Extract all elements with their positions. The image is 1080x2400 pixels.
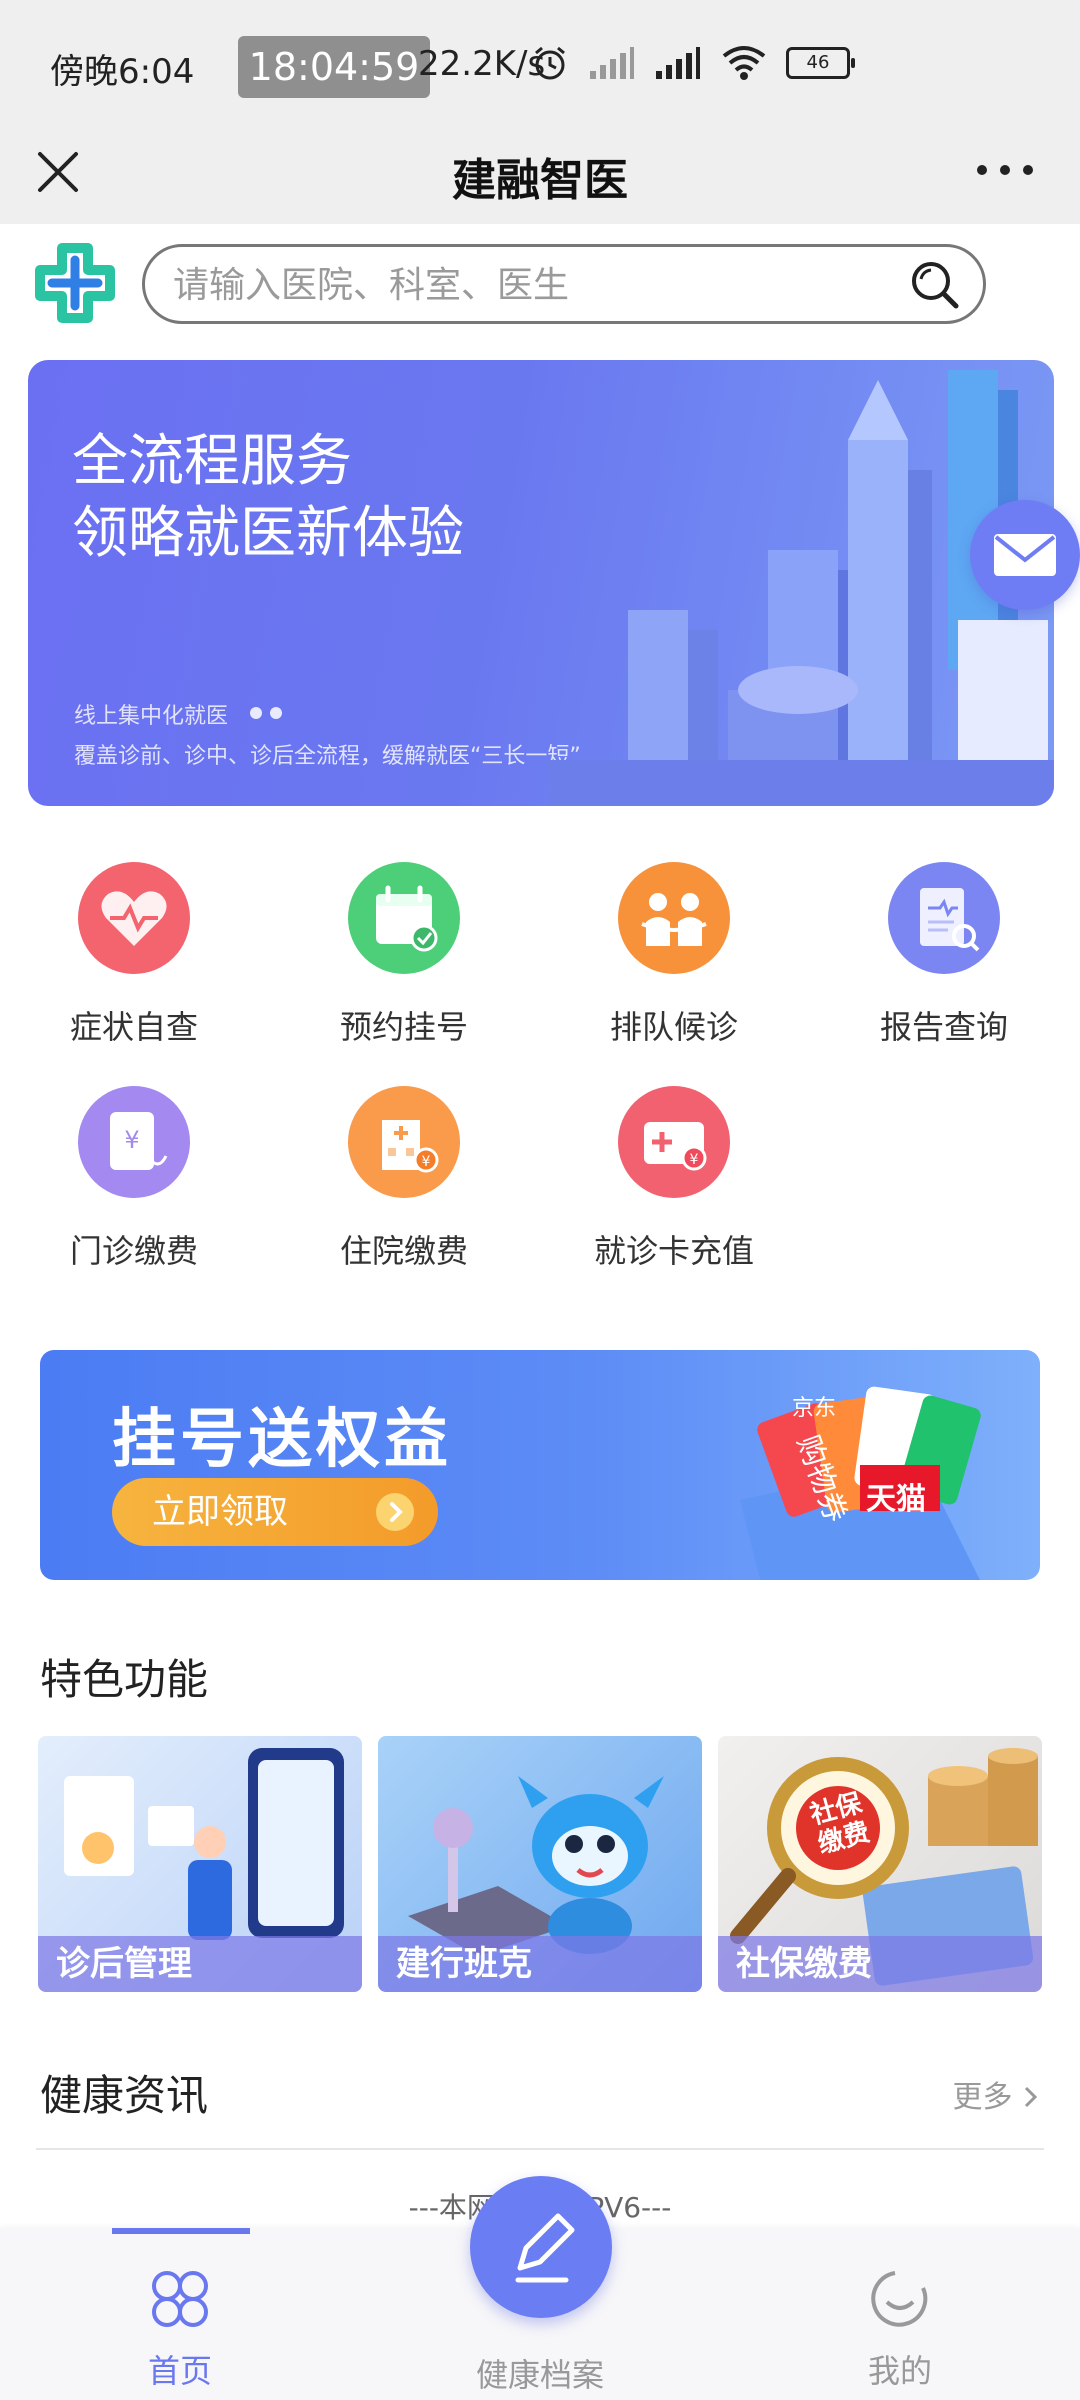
calendar-check-icon: [348, 862, 460, 974]
active-indicator: [112, 2228, 250, 2234]
banner-caption: 线上集中化就医: [74, 704, 229, 729]
heart-pulse-icon: [78, 862, 190, 974]
message-button[interactable]: [970, 500, 1080, 610]
chevron-right-icon: [1024, 2086, 1038, 2108]
queue-icon: [618, 862, 730, 974]
title-bar: 建融智医: [0, 120, 1080, 224]
clock-overlay: 18:04:59: [238, 36, 430, 98]
home-grid-icon: [152, 2271, 208, 2327]
service-label: 就诊卡充值: [593, 1232, 754, 1270]
service-label: 报告查询: [879, 1008, 1008, 1046]
more-link[interactable]: 更多: [952, 2072, 1040, 2116]
chevron-right-icon: [376, 1493, 414, 1531]
divider: [36, 2148, 1044, 2150]
service-label: 排队候诊: [609, 1008, 738, 1046]
claim-button-label: 立即领取: [152, 1492, 288, 1532]
service-appointment[interactable]: 预约挂号: [304, 862, 504, 1048]
signal-strong-icon: [656, 47, 700, 79]
promo-tag-tmall: 天猫: [866, 1482, 926, 1517]
service-label: 住院缴费: [339, 1232, 468, 1270]
feature-social-security[interactable]: 社保缴费 社保缴费: [718, 1736, 1042, 1992]
profile-icon: [871, 2271, 928, 2327]
feature-label: 建行班克: [378, 1936, 702, 1992]
features-title: 特色功能: [40, 1655, 209, 1704]
service-outpatient-fee[interactable]: ¥ 门诊缴费: [34, 1086, 234, 1272]
edit-pencil-icon: [515, 2213, 575, 2283]
service-hospital-fee[interactable]: ¥ 住院缴费: [304, 1086, 504, 1272]
battery-icon: 46: [786, 47, 855, 79]
outpatient-fee-icon: ¥: [78, 1086, 190, 1198]
svg-text:¥: ¥: [690, 1152, 699, 1168]
hero-banner[interactable]: 全流程服务 领略就医新体验 线上集中化就医 覆盖诊前、诊中、诊后全流程，缓解就医…: [28, 360, 1054, 806]
more-label: 更多: [952, 2080, 1013, 2115]
status-time: 傍晚6:04: [50, 52, 195, 92]
feature-label: 诊后管理: [38, 1936, 362, 1992]
feature-ccb-banker[interactable]: 建行班克: [378, 1736, 702, 1992]
search-icon[interactable]: [907, 257, 961, 311]
svg-text:¥: ¥: [124, 1126, 139, 1154]
status-icons: 46: [530, 40, 855, 86]
hospital-fee-icon: ¥: [348, 1086, 460, 1198]
service-label: 症状自查: [69, 1008, 198, 1046]
nav-mine[interactable]: 我的: [780, 2228, 1020, 2400]
service-card-topup[interactable]: ¥ 就诊卡充值: [574, 1086, 774, 1272]
status-bar: 傍晚6:04 18:04:59 22.2K/s 46: [0, 0, 1080, 120]
service-symptom-check[interactable]: 症状自查: [34, 862, 234, 1048]
service-report[interactable]: 报告查询: [844, 862, 1044, 1048]
mail-icon: [994, 534, 1056, 576]
card-topup-icon: ¥: [618, 1086, 730, 1198]
service-label: 门诊缴费: [69, 1232, 198, 1270]
nav-mine-label: 我的: [867, 2352, 932, 2390]
nav-home-label: 首页: [147, 2352, 212, 2390]
report-search-icon: [888, 862, 1000, 974]
signal-icon: [590, 47, 634, 79]
banner-description: 覆盖诊前、诊中、诊后全流程，缓解就医“三长一短”: [74, 744, 581, 769]
more-options-icon[interactable]: [970, 150, 1040, 190]
promo-banner[interactable]: 挂号送权益 立即领取 京东 购物券 天猫: [40, 1350, 1040, 1580]
banner-subheadline: 领略就医新体验: [72, 501, 464, 566]
promo-title: 挂号送权益: [112, 1403, 452, 1477]
health-record-fab[interactable]: [470, 2176, 612, 2318]
page-title: 建融智医: [452, 155, 628, 206]
banner-headline: 全流程服务: [72, 429, 352, 494]
svg-text:¥: ¥: [422, 1154, 431, 1170]
news-title: 健康资讯: [40, 2071, 209, 2120]
claim-button[interactable]: 立即领取: [112, 1478, 438, 1546]
nav-home[interactable]: 首页: [60, 2228, 300, 2400]
carousel-dots: [250, 704, 290, 723]
app-logo-icon: [35, 243, 115, 323]
wifi-icon: [722, 46, 766, 80]
promo-tag-jd: 京东: [792, 1396, 837, 1421]
search-bar[interactable]: [142, 244, 986, 324]
network-speed: 22.2K/s: [418, 44, 546, 84]
service-queue[interactable]: 排队候诊: [574, 862, 774, 1048]
service-label: 预约挂号: [339, 1008, 468, 1046]
feature-label: 社保缴费: [718, 1936, 1042, 1992]
nav-health-record-label: 健康档案: [475, 2356, 604, 2394]
search-input[interactable]: [171, 247, 875, 323]
alarm-icon: [535, 46, 565, 80]
feature-post-diagnosis[interactable]: 诊后管理: [38, 1736, 362, 1992]
